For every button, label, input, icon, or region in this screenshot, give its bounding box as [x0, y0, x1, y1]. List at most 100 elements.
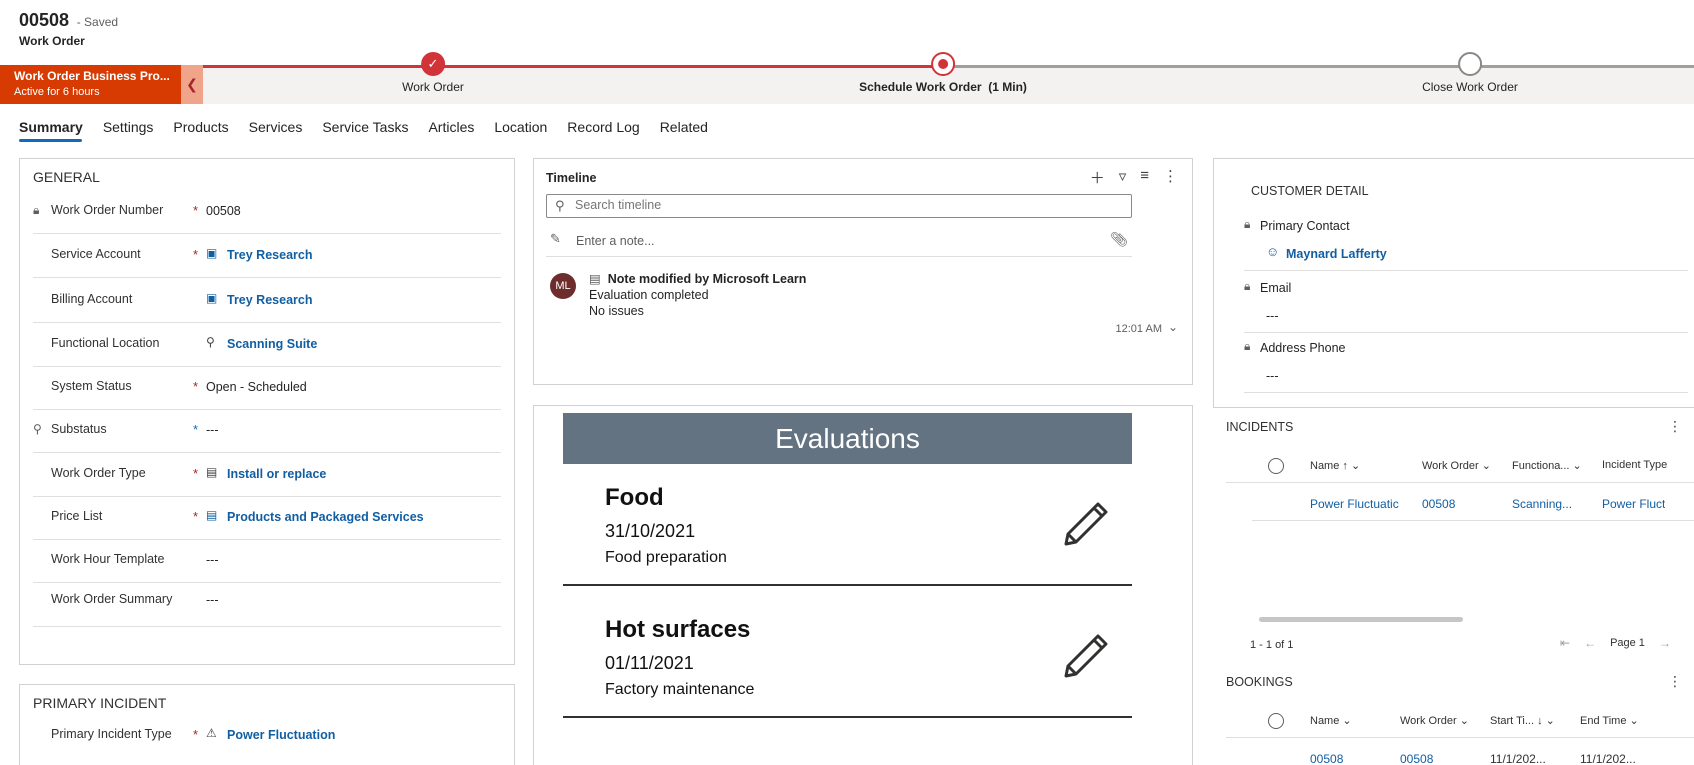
cell-work-order[interactable]: 00508 [1422, 497, 1455, 511]
required-marker: * [193, 247, 199, 262]
column-header-functional-location[interactable]: Functiona... ⌄ [1512, 459, 1582, 472]
evaluation-description: Food preparation [605, 549, 727, 566]
column-header-start-time[interactable]: Start Ti... ↓ ⌄ [1490, 714, 1555, 727]
attachment-icon[interactable]: 📎︎ [1110, 231, 1128, 248]
stage-label: Close Work Order [1422, 80, 1518, 94]
process-flag[interactable]: Work Order Business Pro... Active for 6 … [0, 65, 181, 104]
cell-functional-location[interactable]: Scanning... [1512, 497, 1572, 511]
tab-service-tasks[interactable]: Service Tasks [312, 119, 418, 141]
cell-name[interactable]: Power Fluctuatic [1310, 497, 1402, 511]
add-icon[interactable]: ＋ [1090, 167, 1105, 188]
stage-close-work-order[interactable]: Close Work Order [1422, 52, 1518, 94]
search-input[interactable] [575, 198, 1115, 212]
cell-name[interactable]: 00508 [1310, 752, 1343, 765]
evaluation-item[interactable]: Food 31/10/2021 Food preparation [563, 464, 1132, 586]
lock-icon: 🔒︎ [1244, 339, 1251, 353]
tab-location[interactable]: Location [484, 119, 557, 141]
contact-icon: ☺ [1266, 244, 1280, 259]
stage-duration: (1 Min) [988, 80, 1027, 94]
field-value-link[interactable]: Products and Packaged Services [227, 510, 424, 524]
chevron-left-icon[interactable]: ❮ [181, 65, 203, 104]
entity-name: Work Order [19, 34, 85, 48]
table-row[interactable]: 00508 00508 11/1/202... 11/1/202... [1252, 740, 1694, 765]
edit-pencil-icon[interactable] [1062, 632, 1110, 680]
select-all-checkbox[interactable] [1268, 458, 1284, 474]
field-value[interactable]: --- [206, 593, 219, 607]
field-email: 🔒︎ Email --- [1244, 277, 1688, 333]
customer-detail-section: CUSTOMER DETAIL 🔒︎ Primary Contact ☺ May… [1213, 158, 1694, 408]
field-value-link[interactable]: Scanning Suite [227, 337, 317, 351]
tab-articles[interactable]: Articles [418, 119, 484, 141]
sort-list-icon[interactable]: ≡ [1140, 167, 1149, 188]
field-value-link[interactable]: Power Fluctuation [227, 728, 335, 742]
tab-settings[interactable]: Settings [93, 119, 164, 141]
warning-icon: ⚠︎ [206, 726, 217, 740]
tab-related[interactable]: Related [650, 119, 718, 141]
price-list-icon: ▤ [206, 508, 218, 522]
evaluation-item[interactable]: Hot surfaces 01/11/2021 Factory maintena… [563, 596, 1132, 718]
field-value-link[interactable]: Trey Research [227, 248, 312, 262]
stage-schedule-work-order[interactable]: Schedule Work Order (1 Min) [859, 52, 1027, 94]
first-page-icon[interactable]: ⇤ [1560, 636, 1570, 650]
timeline-toolbar: ＋ ▿ ≡ ⋮ [1090, 167, 1178, 188]
entry-line: Evaluation completed [589, 288, 709, 302]
cell-incident-type[interactable]: Power Fluct [1602, 497, 1665, 511]
field-value-link[interactable]: Install or replace [227, 467, 326, 481]
evaluation-date: 31/10/2021 [605, 521, 696, 541]
column-header-incident-type[interactable]: Incident Type [1602, 459, 1667, 471]
previous-page-icon[interactable]: ← [1584, 636, 1596, 650]
column-header-end-time[interactable]: End Time ⌄ [1580, 714, 1639, 727]
next-page-icon[interactable]: → [1659, 636, 1671, 650]
table-row[interactable]: Power Fluctuatic 00508 Scanning... Power… [1252, 485, 1694, 521]
form-tabs: Summary Settings Products Services Servi… [19, 119, 718, 141]
select-all-checkbox[interactable] [1268, 713, 1284, 729]
field-value[interactable]: --- [206, 423, 219, 437]
primary-incident-section: PRIMARY INCIDENT Primary Incident Type *… [19, 684, 515, 765]
location-pin-icon: ⚲ [206, 335, 215, 349]
search-icon: ⚲ [555, 198, 565, 213]
lock-icon: 🔒︎ [1244, 279, 1251, 293]
cell-work-order[interactable]: 00508 [1400, 752, 1433, 765]
horizontal-scrollbar[interactable] [1259, 617, 1463, 622]
tab-record-log[interactable]: Record Log [557, 119, 649, 141]
more-vertical-icon[interactable]: ⋮ [1668, 673, 1682, 690]
field-label: Primary Incident Type [51, 727, 172, 741]
column-header-work-order[interactable]: Work Order ⌄ [1400, 714, 1469, 727]
stage-work-order[interactable]: ✓ Work Order [402, 52, 464, 94]
field-primary-incident-type: Primary Incident Type * ⚠︎ Power Fluctua… [33, 715, 501, 758]
field-substatus: ⚲ Substatus * --- [33, 410, 501, 453]
timeline-search-box: ⚲ [546, 194, 1132, 218]
field-address-phone: 🔒︎ Address Phone --- [1244, 337, 1688, 393]
field-value[interactable]: --- [1266, 369, 1279, 383]
tab-products[interactable]: Products [163, 119, 238, 141]
account-icon: ▣ [206, 291, 218, 305]
edit-pencil-icon[interactable] [1062, 500, 1110, 548]
field-functional-location: Functional Location ⚲ Scanning Suite [33, 324, 501, 367]
tab-services[interactable]: Services [239, 119, 313, 141]
evaluation-description: Factory maintenance [605, 681, 755, 698]
field-value[interactable]: 00508 [206, 204, 241, 218]
field-label: Primary Contact [1260, 219, 1350, 233]
note-input[interactable]: Enter a note... [576, 234, 655, 248]
chevron-down-icon[interactable]: ⌄ [1168, 320, 1178, 334]
field-value[interactable]: Open - Scheduled [206, 380, 307, 394]
field-value-link[interactable]: Trey Research [227, 293, 312, 307]
timeline-entry[interactable]: ▤ Note modified by Microsoft Learn Evalu… [589, 271, 806, 319]
more-vertical-icon[interactable]: ⋮ [1163, 167, 1178, 188]
more-vertical-icon[interactable]: ⋮ [1668, 418, 1682, 435]
field-work-order-type: Work Order Type * ▤ Install or replace [33, 454, 501, 497]
process-flag-subtitle: Active for 6 hours [14, 86, 100, 98]
field-value[interactable]: --- [206, 553, 219, 567]
bookings-header-row: Name ⌄ Work Order ⌄ Start Ti... ↓ ⌄ End … [1226, 702, 1694, 738]
field-label: System Status [51, 379, 132, 393]
column-header-work-order[interactable]: Work Order ⌄ [1422, 459, 1491, 472]
filter-icon[interactable]: ▿ [1119, 167, 1127, 188]
column-header-name[interactable]: Name ↑ ⌄ [1310, 459, 1360, 472]
column-header-name[interactable]: Name ⌄ [1310, 714, 1352, 727]
recommended-marker: * [193, 422, 199, 437]
selected-tab-indicator [19, 139, 82, 142]
field-value-link[interactable]: Maynard Lafferty [1286, 247, 1387, 261]
tab-summary[interactable]: Summary [19, 119, 93, 141]
account-icon: ▣ [206, 246, 218, 260]
field-value[interactable]: --- [1266, 309, 1279, 323]
